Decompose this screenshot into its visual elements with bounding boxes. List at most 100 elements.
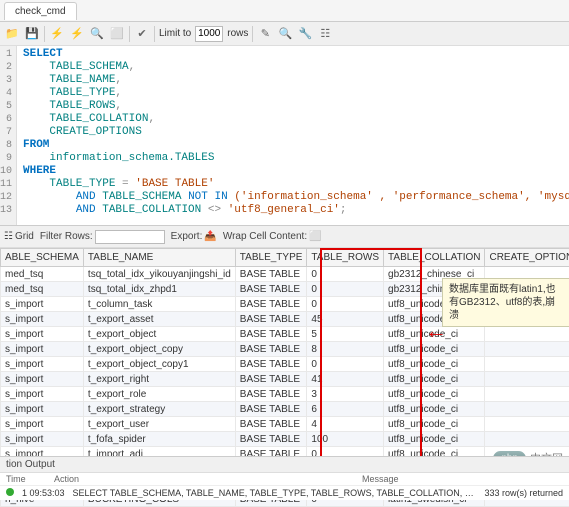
cell-rows: 0 bbox=[307, 357, 384, 372]
table-row[interactable]: s_importt_export_object_copy1BASE TABLE0… bbox=[1, 357, 569, 372]
output-message: 333 row(s) returned bbox=[484, 488, 563, 498]
commit-icon[interactable]: ✔ bbox=[134, 26, 150, 42]
cell-schema: s_import bbox=[1, 402, 84, 417]
line-gutter: 1 2 3 4 5 6 7 8 9 10 11 12 13 bbox=[0, 46, 17, 225]
cell-coll: utf8_unicode_ci bbox=[384, 327, 485, 342]
brush-icon[interactable]: ✎ bbox=[257, 26, 273, 42]
cell-type: BASE TABLE bbox=[235, 357, 307, 372]
annotation-box: 数据库里面既有latin1,也有GB2312、utf8的表,崩溃 bbox=[442, 278, 569, 327]
open-icon[interactable]: 📁 bbox=[4, 26, 20, 42]
col-header-name[interactable]: TABLE_NAME bbox=[83, 249, 235, 267]
filter-input[interactable] bbox=[95, 230, 165, 244]
limit-suffix: rows bbox=[227, 28, 248, 39]
output-col-time: Time bbox=[6, 474, 46, 484]
cell-rows: 0 bbox=[307, 267, 384, 282]
cell-type: BASE TABLE bbox=[235, 372, 307, 387]
col-header-schema[interactable]: ABLE_SCHEMA bbox=[1, 249, 84, 267]
cell-schema: s_import bbox=[1, 417, 84, 432]
cell-type: BASE TABLE bbox=[235, 342, 307, 357]
limit-label: Limit to bbox=[159, 28, 191, 39]
cell-type: BASE TABLE bbox=[235, 297, 307, 312]
separator bbox=[129, 26, 130, 42]
cell-name: t_export_right bbox=[83, 372, 235, 387]
cell-rows: 3 bbox=[307, 387, 384, 402]
cell-opts bbox=[485, 387, 569, 402]
cell-name: t_export_asset bbox=[83, 312, 235, 327]
cell-schema: s_import bbox=[1, 312, 84, 327]
cell-rows: 100 bbox=[307, 432, 384, 447]
stop-icon[interactable]: ⬜ bbox=[109, 26, 125, 42]
output-action: SELECT TABLE_SCHEMA, TABLE_NAME, TABLE_T… bbox=[73, 488, 477, 498]
cell-schema: s_import bbox=[1, 357, 84, 372]
grid-label: ☷ Grid bbox=[4, 231, 34, 242]
filter-label: Filter Rows: bbox=[40, 231, 93, 242]
cell-coll: utf8_unicode_ci bbox=[384, 417, 485, 432]
output-row[interactable]: 1 09:53:03 SELECT TABLE_SCHEMA, TABLE_NA… bbox=[0, 486, 569, 500]
table-row[interactable]: s_importt_export_roleBASE TABLE3utf8_uni… bbox=[1, 387, 569, 402]
table-row[interactable]: s_importt_fofa_spiderBASE TABLE100utf8_u… bbox=[1, 432, 569, 447]
cell-coll: utf8_unicode_ci bbox=[384, 402, 485, 417]
search-icon[interactable]: 🔍 bbox=[277, 26, 293, 42]
list-icon[interactable]: ☷ bbox=[317, 26, 333, 42]
cell-name: tsq_total_idx_zhpd1 bbox=[83, 282, 235, 297]
separator bbox=[44, 26, 45, 42]
run-icon[interactable]: ⚡ bbox=[49, 26, 65, 42]
separator bbox=[252, 26, 253, 42]
tool-icon[interactable]: 🔧 bbox=[297, 26, 313, 42]
cell-rows: 5 bbox=[307, 327, 384, 342]
editor-toolbar: 📁 💾 ⚡ ⚡ 🔍 ⬜ ✔ Limit to rows ✎ 🔍 🔧 ☷ bbox=[0, 22, 569, 46]
output-col-message: Message bbox=[362, 474, 402, 484]
cell-rows: 4 bbox=[307, 417, 384, 432]
cell-coll: utf8_unicode_ci bbox=[384, 342, 485, 357]
table-row[interactable]: s_importt_export_object_copyBASE TABLE8u… bbox=[1, 342, 569, 357]
explain-icon[interactable]: 🔍 bbox=[89, 26, 105, 42]
cell-name: t_export_object_copy1 bbox=[83, 357, 235, 372]
cell-schema: s_import bbox=[1, 327, 84, 342]
cell-schema: med_tsq bbox=[1, 267, 84, 282]
output-time: 1 09:53:03 bbox=[22, 488, 65, 498]
export-label[interactable]: Export: 📤 bbox=[171, 231, 217, 242]
table-row[interactable]: s_importt_export_objectBASE TABLE5utf8_u… bbox=[1, 327, 569, 342]
table-row[interactable]: s_importt_export_rightBASE TABLE41utf8_u… bbox=[1, 372, 569, 387]
cell-rows: 6 bbox=[307, 402, 384, 417]
col-header-type[interactable]: TABLE_TYPE bbox=[235, 249, 307, 267]
cell-schema: s_import bbox=[1, 432, 84, 447]
output-col-action: Action bbox=[54, 474, 354, 484]
col-header-options[interactable]: CREATE_OPTIONS bbox=[485, 249, 569, 267]
cell-schema: s_import bbox=[1, 387, 84, 402]
cell-coll: utf8_unicode_ci bbox=[384, 372, 485, 387]
cell-rows: 45 bbox=[307, 312, 384, 327]
cell-opts bbox=[485, 327, 569, 342]
limit-input[interactable] bbox=[195, 26, 223, 42]
cell-coll: utf8_unicode_ci bbox=[384, 432, 485, 447]
cell-type: BASE TABLE bbox=[235, 267, 307, 282]
cell-name: t_column_task bbox=[83, 297, 235, 312]
cell-type: BASE TABLE bbox=[235, 282, 307, 297]
cell-opts bbox=[485, 342, 569, 357]
cell-schema: med_tsq bbox=[1, 282, 84, 297]
separator bbox=[154, 26, 155, 42]
tab-bar: check_cmd bbox=[0, 0, 569, 22]
col-header-rows[interactable]: TABLE_ROWS bbox=[307, 249, 384, 267]
result-toolbar: ☷ Grid Filter Rows: Export: 📤 Wrap Cell … bbox=[0, 226, 569, 248]
cell-schema: s_import bbox=[1, 372, 84, 387]
cell-name: t_export_object_copy bbox=[83, 342, 235, 357]
run-script-icon[interactable]: ⚡ bbox=[69, 26, 85, 42]
tab-check-cmd[interactable]: check_cmd bbox=[4, 2, 77, 20]
table-row[interactable]: s_importt_export_userBASE TABLE4utf8_uni… bbox=[1, 417, 569, 432]
cell-coll: utf8_unicode_ci bbox=[384, 357, 485, 372]
cell-rows: 41 bbox=[307, 372, 384, 387]
table-row[interactable]: s_importt_export_strategyBASE TABLE6utf8… bbox=[1, 402, 569, 417]
save-icon[interactable]: 💾 bbox=[24, 26, 40, 42]
sql-code[interactable]: SELECT TABLE_SCHEMA, TABLE_NAME, TABLE_T… bbox=[17, 46, 569, 225]
sql-editor[interactable]: 1 2 3 4 5 6 7 8 9 10 11 12 13 SELECT TAB… bbox=[0, 46, 569, 226]
cell-name: t_export_object bbox=[83, 327, 235, 342]
cell-rows: 0 bbox=[307, 282, 384, 297]
cell-name: t_export_strategy bbox=[83, 402, 235, 417]
cell-schema: s_import bbox=[1, 342, 84, 357]
cell-name: t_export_user bbox=[83, 417, 235, 432]
col-header-collation[interactable]: TABLE_COLLATION bbox=[384, 249, 485, 267]
cell-name: tsq_total_idx_yikouyanjingshi_id bbox=[83, 267, 235, 282]
cell-coll: utf8_unicode_ci bbox=[384, 387, 485, 402]
wrap-label[interactable]: Wrap Cell Content: ⬜ bbox=[223, 231, 322, 242]
